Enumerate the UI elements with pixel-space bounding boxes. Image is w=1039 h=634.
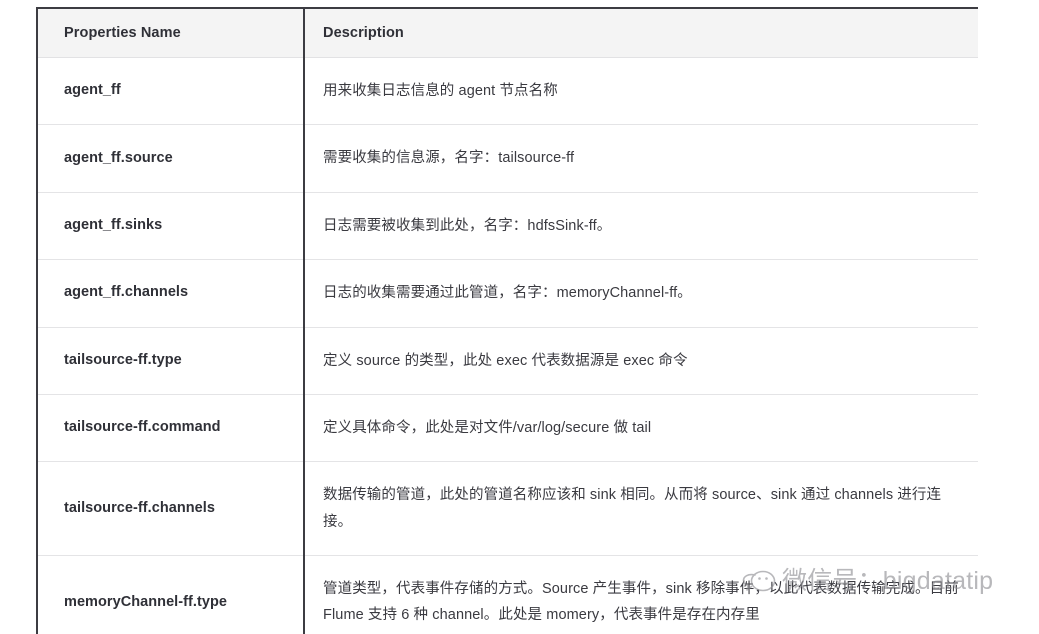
column-header-properties-name: Properties Name	[37, 8, 304, 58]
table-row: agent_ff.sinks 日志需要被收集到此处，名字：hdfsSink-ff…	[37, 192, 978, 261]
properties-table: Properties Name Description agent_ff 用来收…	[36, 7, 978, 634]
document-page: Properties Name Description agent_ff 用来收…	[0, 0, 1039, 634]
table-row: memoryChannel-ff.type 管道类型，代表事件存储的方式。Sou…	[37, 555, 978, 634]
property-description-cell: 数据传输的管道，此处的管道名称应该和 sink 相同。从而将 source、si…	[303, 461, 978, 556]
table-row: agent_ff 用来收集日志信息的 agent 节点名称	[37, 57, 978, 126]
property-description-cell: 需要收集的信息源，名字：tailsource-ff	[303, 124, 978, 193]
property-description-cell: 日志需要被收集到此处，名字：hdfsSink-ff。	[303, 192, 978, 261]
table-row: agent_ff.source 需要收集的信息源，名字：tailsource-f…	[37, 124, 978, 193]
property-description-cell: 定义具体命令，此处是对文件/var/log/secure 做 tail	[303, 394, 978, 463]
table-row: tailsource-ff.type 定义 source 的类型，此处 exec…	[37, 327, 978, 395]
table-row: tailsource-ff.channels 数据传输的管道，此处的管道名称应该…	[37, 461, 978, 556]
property-name-cell: agent_ff	[37, 57, 304, 126]
property-name-cell: tailsource-ff.channels	[37, 461, 304, 556]
property-name-cell: tailsource-ff.type	[37, 327, 304, 395]
property-description-cell: 管道类型，代表事件存储的方式。Source 产生事件，sink 移除事件，以此代…	[303, 555, 978, 634]
property-description-cell: 日志的收集需要通过此管道，名字：memoryChannel-ff。	[303, 259, 978, 328]
column-header-description: Description	[303, 8, 978, 58]
property-description-cell: 用来收集日志信息的 agent 节点名称	[303, 57, 978, 126]
properties-table-container: Properties Name Description agent_ff 用来收…	[36, 7, 978, 634]
table-body: agent_ff 用来收集日志信息的 agent 节点名称 agent_ff.s…	[37, 57, 978, 634]
property-name-cell: memoryChannel-ff.type	[37, 555, 304, 634]
property-name-cell: agent_ff.source	[37, 124, 304, 193]
table-row: tailsource-ff.command 定义具体命令，此处是对文件/var/…	[37, 394, 978, 463]
property-name-cell: tailsource-ff.command	[37, 394, 304, 463]
table-header-row: Properties Name Description	[37, 8, 978, 58]
property-name-cell: agent_ff.channels	[37, 259, 304, 328]
property-description-cell: 定义 source 的类型，此处 exec 代表数据源是 exec 命令	[303, 327, 978, 395]
table-header: Properties Name Description	[37, 8, 978, 58]
table-row: agent_ff.channels 日志的收集需要通过此管道，名字：memory…	[37, 259, 978, 328]
property-name-cell: agent_ff.sinks	[37, 192, 304, 261]
